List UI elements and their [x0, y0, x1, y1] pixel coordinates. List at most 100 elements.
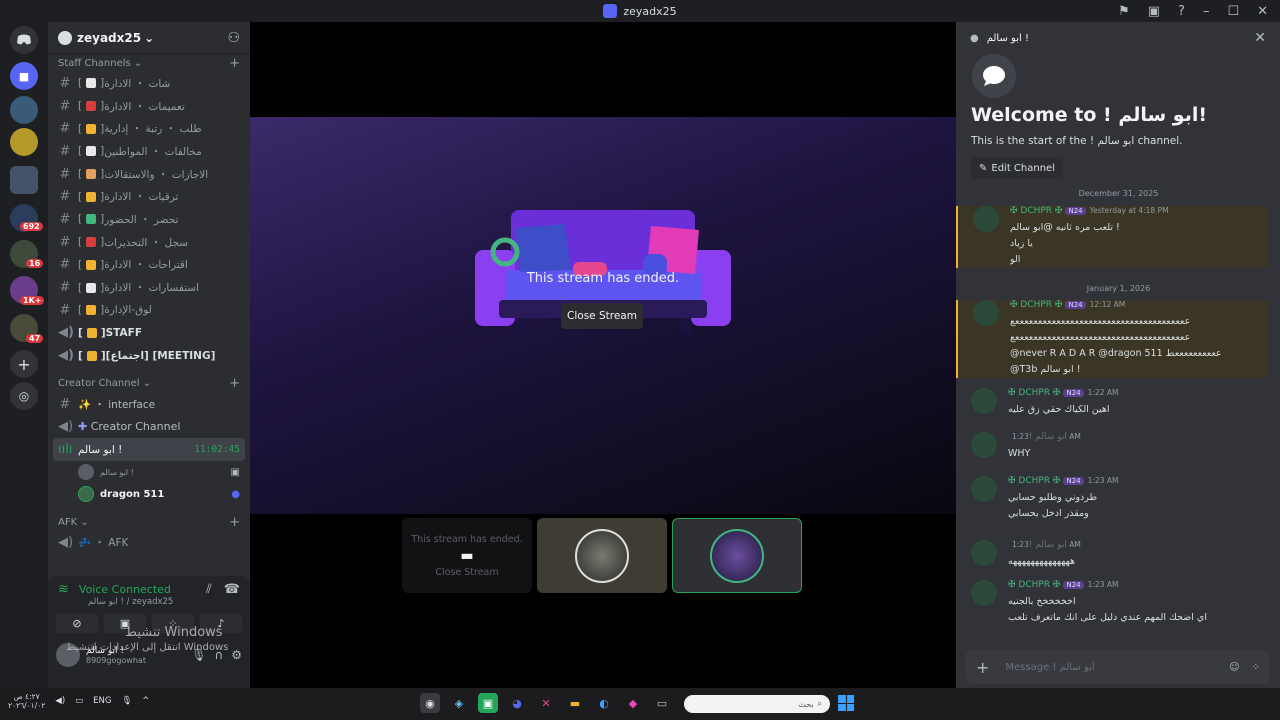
channel-afk[interactable]: ◀) 💤 ・ AFK	[48, 531, 250, 554]
message-author[interactable]: ابو سالم !	[1029, 432, 1067, 442]
obs-icon[interactable]: ◉	[420, 693, 440, 713]
server-folder-icon[interactable]	[10, 166, 38, 194]
help-icon[interactable]: ?	[1178, 4, 1185, 19]
voice-user[interactable]: ابو سالم ! ▣	[48, 461, 250, 483]
server-icon[interactable]	[10, 96, 38, 124]
chat-message[interactable]: ✠ DCHPR ✠ N24 1:22 AM اهين الكياك حقي زق عل…	[956, 388, 1268, 418]
channel-creator[interactable]: ◀) ✚ Creator Channel	[48, 416, 250, 439]
message-author[interactable]: ✠ DCHPR ✠	[1008, 476, 1060, 486]
channel-item[interactable]: #[] طلب ・ رتبة ・ إدارية	[48, 117, 250, 140]
voice-channel-staff[interactable]: ◀)[] STAFF	[48, 322, 250, 345]
apps-icon[interactable]: ⁘	[1252, 662, 1260, 673]
message-author[interactable]: ابو سالم !	[1029, 540, 1067, 550]
channel-item[interactable]: #[] تحضر ・ الحضور	[48, 208, 250, 231]
message-author[interactable]: ✠ DCHPR ✠	[1008, 388, 1060, 398]
channel-item[interactable]: #[] ترقيات ・ الادارة	[48, 185, 250, 208]
tile-close-stream-button[interactable]: Close Stream	[435, 567, 498, 578]
inbox-flag-icon[interactable]: ⚑	[1118, 4, 1130, 19]
app-icon[interactable]: ▣	[478, 693, 498, 713]
channel-item[interactable]: #[] سجل ・ التحذيرات	[48, 231, 250, 254]
add-channel-icon[interactable]: +	[229, 515, 240, 530]
volume-icon[interactable]: ◀)	[55, 696, 65, 706]
add-server-icon[interactable]: +	[10, 350, 38, 378]
clock[interactable]: ٤:٢٧ ص ٢٠٢٦/٠١/٠٢	[8, 692, 45, 710]
channel-item[interactable]: #[] استفسارات ・ الادارة	[48, 276, 250, 299]
minimize-button[interactable]: –	[1203, 4, 1210, 19]
invite-people-icon[interactable]: ⚇	[227, 30, 240, 46]
close-icon[interactable]: ✕	[1254, 30, 1266, 46]
avatar[interactable]	[971, 388, 997, 414]
guild-header[interactable]: zeyadx25 ⌄ ⚇	[48, 22, 250, 54]
chat-message[interactable]: ✠ DCHPR ✠ N24 Yesterday at 4:18 PM تلعب مره…	[956, 206, 1268, 268]
message-composer[interactable]: + Message ! ابو سالم ☺ ⁘	[966, 650, 1270, 684]
chat-message[interactable]: ✠ DCHPR ✠ N24 1:23 AM اخخخخخخ بالجنيه اي اضح…	[956, 580, 1268, 626]
close-window-button[interactable]: ✕	[1257, 4, 1268, 19]
avatar[interactable]	[973, 300, 999, 326]
noise-suppression-icon[interactable]: ⫽	[206, 582, 212, 597]
steam-icon[interactable]: ◈	[449, 693, 469, 713]
emoji-picker-icon[interactable]: ☺	[1229, 662, 1239, 673]
channel-interface[interactable]: # ✨ ・ interface	[48, 393, 250, 416]
message-author[interactable]: ✠ DCHPR ✠	[1010, 300, 1062, 310]
discord-home-icon[interactable]	[10, 26, 38, 54]
add-channel-icon[interactable]: +	[229, 56, 240, 71]
channel-item[interactable]: #[] تعميمات ・ الادارة	[48, 95, 250, 118]
chat-message[interactable]: ✠ DCHPR ✠ N24 12:12 AM عععععععععععععععععععع…	[956, 300, 1268, 378]
disconnect-icon[interactable]: ☎	[224, 582, 240, 597]
voice-channel-meeting[interactable]: ◀)[] [اجتماع] [MEETING]	[48, 344, 250, 367]
copilot-icon[interactable]: ◆	[623, 693, 643, 713]
inbox-icon[interactable]: ▣	[1148, 4, 1160, 19]
channel-item[interactable]: #[] اقتراحات ・ الادارة	[48, 254, 250, 277]
file-explorer-icon[interactable]: ▬	[565, 693, 585, 713]
category-creator-channel[interactable]: Creator Channel ⌄ +	[48, 375, 250, 393]
message-author[interactable]: ✠ DCHPR ✠	[1008, 580, 1060, 590]
edit-channel-button[interactable]: ✎ Edit Channel	[971, 157, 1063, 179]
chat-message[interactable]: ابو سالم !1:23 AM WHY	[956, 432, 1268, 462]
stream-tile[interactable]: This stream has ended. ▬ Close Stream	[402, 518, 532, 593]
taskbar-search[interactable]: بحث ⌕	[684, 695, 830, 713]
maximize-button[interactable]: ☐	[1227, 4, 1239, 19]
avatar[interactable]	[971, 432, 997, 458]
close-stream-button[interactable]: Close Stream	[561, 303, 643, 329]
message-author[interactable]: ✠ DCHPR ✠	[1010, 206, 1062, 216]
edge-icon[interactable]: ◐	[594, 693, 614, 713]
message-input[interactable]: Message ! ابو سالم	[1005, 662, 1094, 673]
discord-icon[interactable]: ◕	[507, 693, 527, 713]
avatar[interactable]	[971, 476, 997, 502]
chat-message[interactable]: ابو سالم !1:23 AM ههههههههههههههه	[956, 540, 1268, 570]
attach-plus-icon[interactable]: +	[976, 658, 989, 677]
avatar[interactable]	[971, 580, 997, 606]
channel-item[interactable]: #[] مخالفات ・ المواطنين	[48, 140, 250, 163]
channel-item[interactable]: #[] الاجازات ・ والاستقالات	[48, 163, 250, 186]
channel-item[interactable]: #[] لوق-الإدارة	[48, 299, 250, 322]
camera-button[interactable]: ⊘	[56, 613, 98, 633]
microphone-icon[interactable]: 🎙	[122, 696, 133, 706]
welcome-subtitle: This is the start of the ! ابو سالم chan…	[971, 135, 1183, 147]
windows-start-icon[interactable]	[838, 695, 854, 711]
chevron-up-icon[interactable]: ^	[142, 696, 149, 706]
task-view-icon[interactable]: ▭	[652, 693, 672, 713]
network-icon[interactable]: ▭	[75, 696, 83, 706]
channel-label: طلب ・ رتبة ・ إدارية	[104, 123, 202, 136]
participant-tile-speaking[interactable]	[672, 518, 802, 593]
language-indicator[interactable]: ENG	[93, 696, 111, 706]
add-channel-icon[interactable]: +	[229, 376, 240, 391]
category-afk[interactable]: AFK ⌄ +	[48, 513, 250, 531]
app-icon[interactable]: ✕	[536, 693, 556, 713]
channel-item[interactable]: #[] شات ・ الادارة	[48, 72, 250, 95]
chat-message[interactable]: ✠ DCHPR ✠ N24 1:23 AM طردوني وطلبو حسابي ومق…	[956, 476, 1268, 522]
category-staff-channels[interactable]: Staff Channels ⌄ +	[48, 54, 250, 72]
server-icon[interactable]	[10, 128, 38, 156]
taskbar-apps: ◉ ◈ ▣ ◕ ✕ ▬ ◐ ◆ ▭	[420, 693, 672, 713]
settings-gear-icon[interactable]: ⚙	[231, 648, 242, 662]
avatar[interactable]	[971, 540, 997, 566]
avatar[interactable]	[973, 206, 999, 232]
participant-tile[interactable]	[537, 518, 667, 593]
discover-icon[interactable]: ◎	[10, 382, 38, 410]
voice-user[interactable]: dragon 511 ●	[48, 483, 250, 505]
direct-messages-icon[interactable]: ■	[10, 62, 38, 90]
voice-status[interactable]: Voice Connected	[79, 583, 171, 596]
emoji-icon	[86, 350, 97, 361]
voice-channel-active[interactable]: ıılı ابو سالم ! 11:02:45	[53, 438, 245, 461]
emoji-icon	[86, 327, 97, 338]
